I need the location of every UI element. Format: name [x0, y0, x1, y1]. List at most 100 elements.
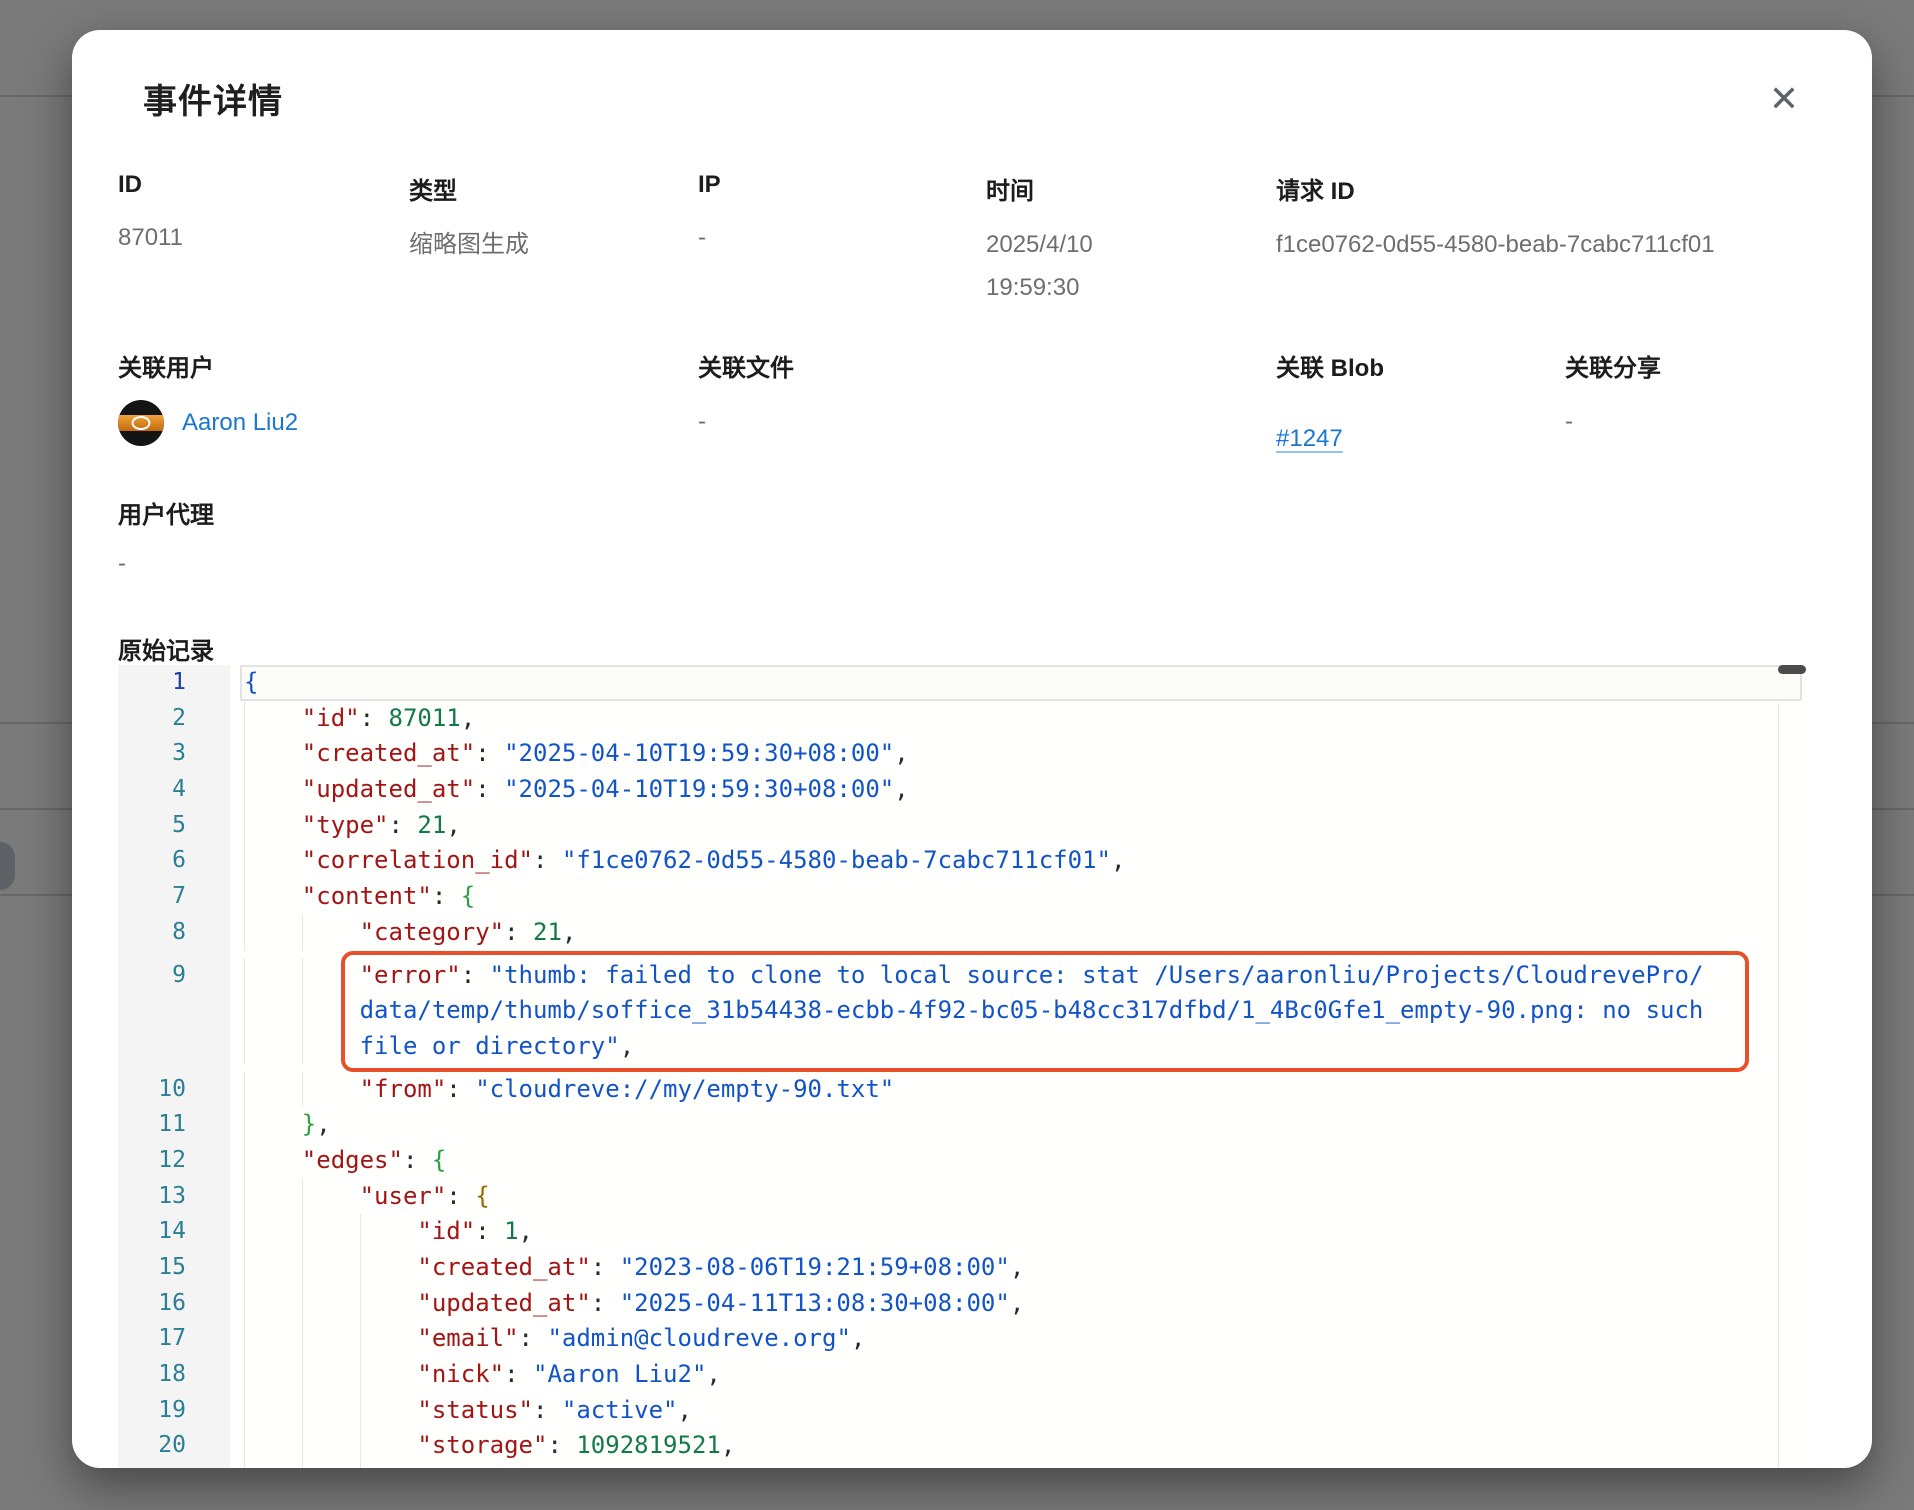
- code-token: "created_at": [302, 739, 475, 767]
- code-token: "thumb: failed to clone to local source:…: [490, 961, 1704, 989]
- line-number: 18: [118, 1357, 230, 1393]
- drawer-handle: [0, 842, 15, 890]
- code-token: "category": [360, 918, 505, 946]
- field-label: ID: [118, 171, 409, 199]
- field-linked-user: 关联用户 Aaron Liu2: [118, 348, 698, 453]
- code-token: "updated_at": [302, 775, 475, 803]
- code-token: {: [432, 1146, 446, 1174]
- code-token: [244, 1431, 417, 1459]
- code-token: ,: [316, 1110, 330, 1138]
- field-ip: IP -: [698, 171, 986, 309]
- code-token: ,: [620, 1032, 634, 1060]
- code-token: ,: [1010, 1253, 1024, 1281]
- code-token: :: [360, 704, 389, 732]
- code-token: :: [475, 1217, 504, 1245]
- linked-user-link[interactable]: Aaron Liu2: [182, 409, 298, 437]
- code-line: 15 "created_at": "2023-08-06T19:21:59+08…: [118, 1250, 1806, 1286]
- event-details-dialog: 事件详情 ✕ ID 87011 类型 缩略图生成 IP - 时间 2025/4/…: [72, 30, 1872, 1468]
- code-line: 20 "storage": 1092819521,: [118, 1428, 1806, 1464]
- field-label: 时间: [986, 171, 1276, 206]
- line-number: 13: [118, 1179, 230, 1215]
- code-token: {: [461, 882, 475, 910]
- field-label: 关联 Blob: [1276, 348, 1565, 383]
- code-token: :: [533, 1467, 562, 1468]
- code-token: "content": [302, 882, 432, 910]
- field-label: 请求 ID: [1276, 171, 1830, 206]
- code-token: "nick": [417, 1360, 504, 1388]
- field-linked-share: 关联分享 -: [1565, 348, 1830, 453]
- close-icon: ✕: [1769, 82, 1799, 118]
- code-token: "active": [562, 1396, 678, 1424]
- code-token: 21: [533, 918, 562, 946]
- code-token: [244, 739, 302, 767]
- code-text: "updated_at": "2025-04-11T13:08:30+08:00…: [230, 1286, 1806, 1322]
- line-number: 15: [118, 1250, 230, 1286]
- code-token: :: [475, 739, 504, 767]
- code-line: file or directory",: [118, 1029, 1806, 1065]
- code-token: [244, 1396, 417, 1424]
- field-label: 关联用户: [118, 348, 698, 383]
- avatar-emblem: [132, 416, 151, 430]
- field-label: IP: [698, 171, 986, 199]
- code-token: 21: [417, 811, 446, 839]
- code-token: "error": [360, 961, 461, 989]
- code-token: [244, 1360, 417, 1388]
- blob-link[interactable]: #1247: [1276, 425, 1343, 453]
- line-number: 9: [118, 958, 230, 994]
- field-label: 关联文件: [698, 348, 1276, 383]
- code-text: "category": 21,: [230, 915, 1806, 951]
- close-button[interactable]: ✕: [1758, 74, 1810, 126]
- field-linked-file: 关联文件 -: [698, 348, 1276, 453]
- field-value: 87011: [118, 216, 409, 259]
- code-token: 1092819521: [576, 1431, 721, 1459]
- code-token: [244, 775, 302, 803]
- code-token: [244, 1110, 302, 1138]
- code-line: 21 "avatar": "file",: [118, 1464, 1806, 1468]
- avatar[interactable]: [118, 400, 164, 446]
- code-text: },: [230, 1107, 1806, 1143]
- code-token: {: [244, 668, 258, 696]
- field-request-id: 请求 ID f1ce0762-0d55-4580-beab-7cabc711cf…: [1276, 171, 1830, 309]
- code-token: :: [504, 1360, 533, 1388]
- code-token: ,: [1010, 1289, 1024, 1317]
- line-number: 6: [118, 843, 230, 879]
- code-token: ,: [649, 1467, 663, 1468]
- line-number: 16: [118, 1286, 230, 1322]
- field-label: 关联分享: [1565, 348, 1830, 383]
- code-token: :: [547, 1431, 576, 1459]
- line-number: 4: [118, 772, 230, 808]
- field-value: -: [1565, 408, 1830, 436]
- field-value: -: [698, 216, 986, 259]
- code-token: :: [432, 882, 461, 910]
- code-token: :: [591, 1289, 620, 1317]
- code-token: :: [389, 811, 418, 839]
- code-token: [244, 882, 302, 910]
- line-number: 3: [118, 736, 230, 772]
- code-line: 18 "nick": "Aaron Liu2",: [118, 1357, 1806, 1393]
- code-token: "f1ce0762-0d55-4580-beab-7cabc711cf01": [562, 846, 1111, 874]
- code-token: :: [446, 1075, 475, 1103]
- code-token: "2025-04-10T19:59:30+08:00": [504, 775, 894, 803]
- code-line: 9 "error": "thumb: failed to clone to lo…: [118, 958, 1806, 994]
- code-token: "type": [302, 811, 389, 839]
- code-line: 13 "user": {: [118, 1179, 1806, 1215]
- line-number: 21: [118, 1464, 230, 1468]
- code-token: :: [591, 1253, 620, 1281]
- code-line: 5 "type": 21,: [118, 808, 1806, 844]
- line-number: 10: [118, 1072, 230, 1108]
- code-text: "nick": "Aaron Liu2",: [230, 1357, 1806, 1393]
- line-number: 2: [118, 701, 230, 737]
- code-token: "id": [302, 704, 360, 732]
- code-line: 19 "status": "active",: [118, 1393, 1806, 1429]
- field-value: -: [118, 550, 214, 578]
- code-text: "user": {: [230, 1179, 1806, 1215]
- raw-record-editor[interactable]: 1{2 "id": 87011,3 "created_at": "2025-04…: [118, 665, 1806, 1468]
- code-line: 4 "updated_at": "2025-04-10T19:59:30+08:…: [118, 772, 1806, 808]
- code-line: 14 "id": 1,: [118, 1214, 1806, 1250]
- code-token: :: [533, 846, 562, 874]
- code-token: "created_at": [417, 1253, 590, 1281]
- code-token: "id": [417, 1217, 475, 1245]
- code-token: [244, 1032, 360, 1060]
- code-token: file or directory": [360, 1032, 620, 1060]
- line-number: [118, 1029, 230, 1065]
